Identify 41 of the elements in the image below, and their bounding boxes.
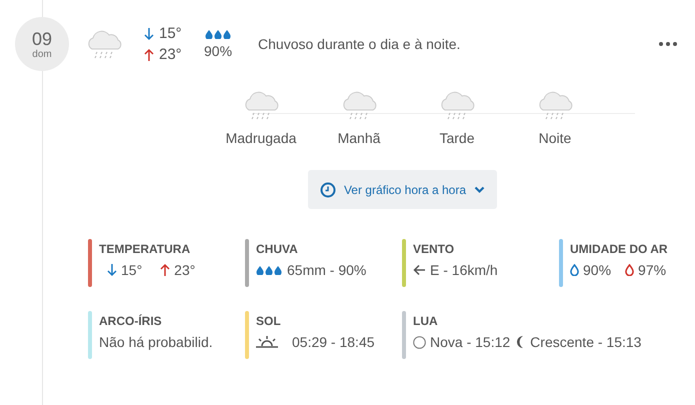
period-label: Madrugada xyxy=(226,130,296,146)
raindrops-icon xyxy=(204,30,232,38)
rain-value: 65mm - 90% xyxy=(287,262,366,278)
detail-title: LUA xyxy=(413,314,439,328)
detail-title: TEMPERATURA xyxy=(99,242,192,256)
period-label: Noite xyxy=(538,130,572,146)
detail-title: UMIDADE DO AR xyxy=(570,242,668,256)
high-temperature: 23° xyxy=(174,262,196,278)
period-label: Manhã xyxy=(338,130,380,146)
arrow-up-icon xyxy=(144,48,154,62)
raindrops-icon xyxy=(256,266,283,274)
high-temperature: 23° xyxy=(159,46,182,63)
day-number: 09 xyxy=(32,28,52,48)
drop-icon xyxy=(570,264,579,276)
arrow-down-icon xyxy=(144,26,154,40)
sun-times: 05:29 - 18:45 xyxy=(292,334,375,350)
low-temperature: 15° xyxy=(121,262,142,278)
detail-title: ARCO-ÍRIS xyxy=(99,314,163,328)
sunrise-icon xyxy=(256,336,278,348)
forecast-description: Chuvoso durante o dia e à noite. xyxy=(258,36,460,52)
max-humidity: 97% xyxy=(638,262,666,278)
detail-title: SOL xyxy=(256,314,282,328)
hourly-chart-button[interactable]: Ver gráfico hora a hora xyxy=(308,170,497,209)
wind-value: E - 16km/h xyxy=(430,262,498,278)
min-humidity: 90% xyxy=(583,262,612,278)
weekday: dom xyxy=(32,48,52,60)
detail-title: CHUVA xyxy=(256,242,299,256)
arrow-left-icon xyxy=(413,264,426,276)
moon-phase: Crescente - 15:13 xyxy=(530,334,642,350)
moon-phase: Nova - 15:12 xyxy=(430,334,510,350)
low-temperature: 15° xyxy=(159,25,182,42)
arrow-down-icon xyxy=(107,263,117,277)
clock-icon xyxy=(320,182,336,198)
detail-title: VENTO xyxy=(413,242,456,256)
rainbow-value: Não há probabilid. xyxy=(99,334,213,350)
rain-chance: 90% xyxy=(204,42,232,58)
chevron-down-icon xyxy=(474,186,486,194)
drop-icon xyxy=(625,264,634,276)
arrow-up-icon xyxy=(160,263,170,277)
new-moon-icon xyxy=(413,336,426,348)
period-label: Tarde xyxy=(439,130,475,146)
